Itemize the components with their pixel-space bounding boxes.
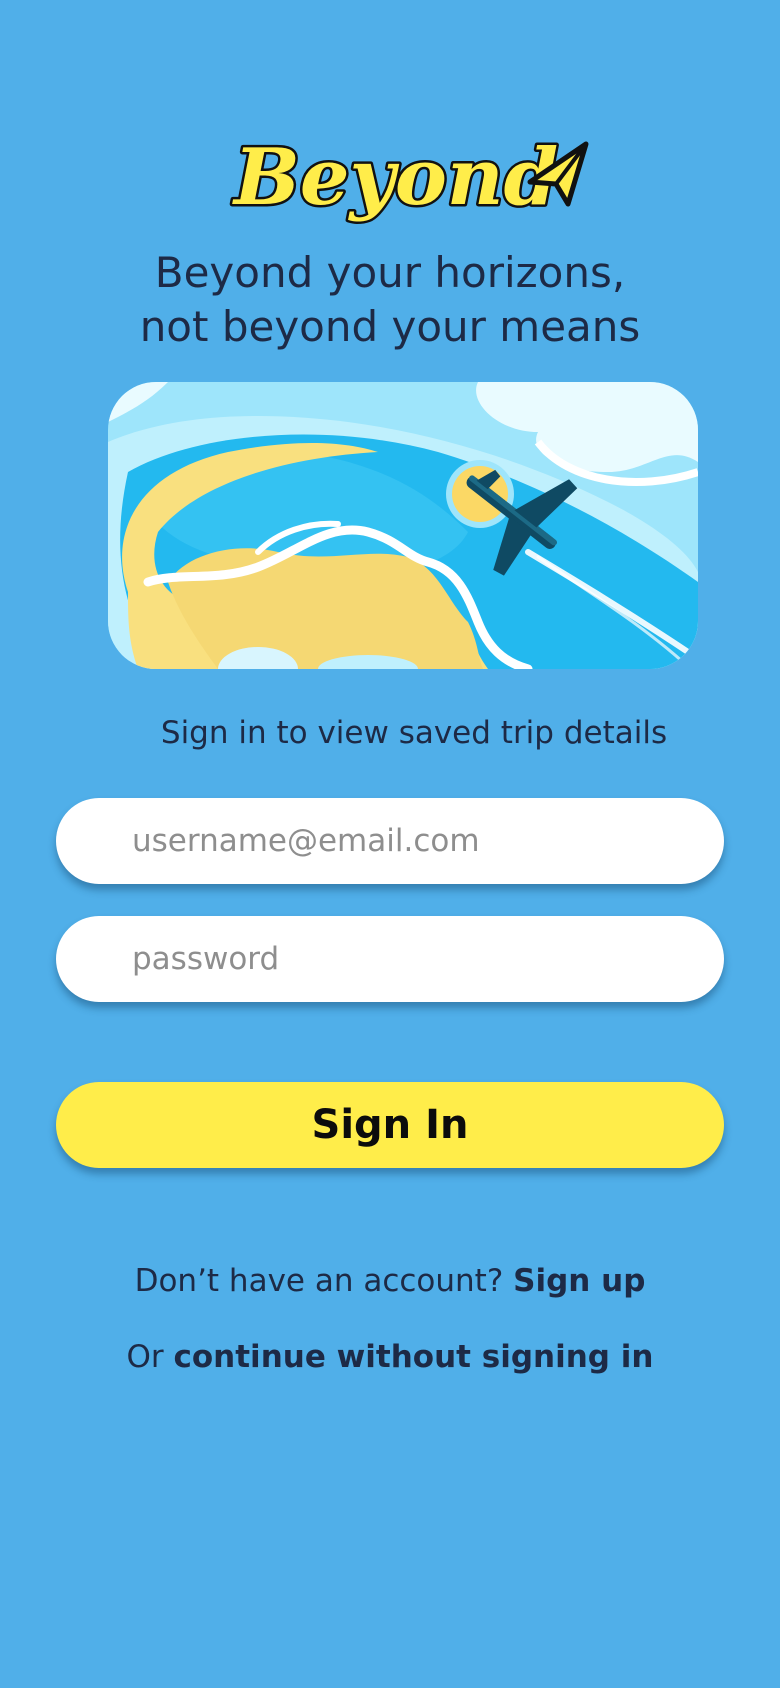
airplane-over-beach-illustration [108,382,698,669]
password-field [56,916,724,1002]
tagline: Beyond your horizons, not beyond your me… [0,246,780,354]
beyond-logo: Beyond [230,130,589,226]
continue-without-signing-in-link[interactable]: continue without signing in [174,1339,654,1375]
sign-in-button[interactable]: Sign In [56,1082,724,1168]
signup-prompt-text: Don’t have an account? [134,1263,504,1299]
password-input[interactable] [56,916,724,1002]
signup-prompt: Don’t have an account? Sign up [0,1261,780,1301]
logo-wordmark: Beyond [232,132,558,223]
email-input[interactable] [56,798,724,884]
sign-up-link[interactable]: Sign up [513,1263,645,1299]
login-screen: Beyond Beyond your horizons, not beyond … [0,0,780,1688]
tagline-line-2: not beyond your means [139,302,641,351]
guest-prefix-text: Or [126,1339,164,1375]
hero-illustration [108,382,698,669]
email-field [56,798,724,884]
signin-subtitle: Sign in to view saved trip details [160,715,668,751]
guest-prompt: Or continue without signing in [0,1337,780,1377]
tagline-line-1: Beyond your horizons, [154,248,626,297]
